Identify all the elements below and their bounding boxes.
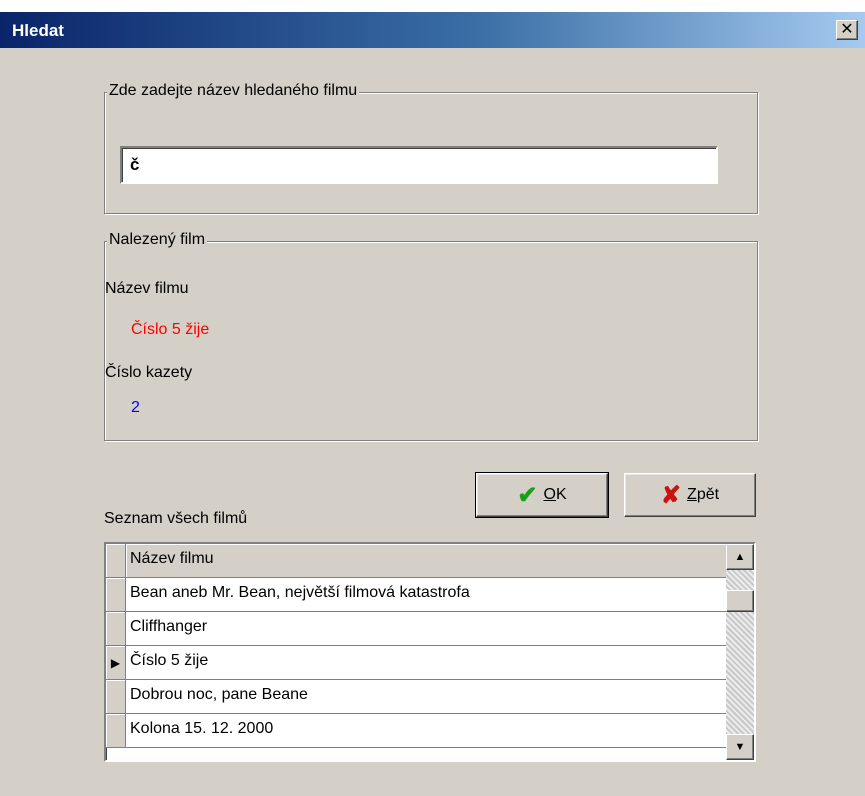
row-indicator[interactable] (106, 714, 126, 747)
back-button-label: pět (696, 486, 720, 503)
film-title-label: Název filmu (105, 280, 189, 297)
table-cell[interactable]: Bean aneb Mr. Bean, největší filmová kat… (126, 578, 726, 611)
ok-button-label: K (555, 486, 567, 503)
table-row[interactable]: Bean aneb Mr. Bean, největší filmová kat… (106, 578, 726, 612)
film-title-value: Číslo 5 žije (131, 321, 210, 338)
table-row[interactable]: Dobrou noc, pane Beane (106, 680, 726, 714)
table-cell[interactable]: Dobrou noc, pane Beane (126, 680, 726, 713)
search-input[interactable] (120, 146, 718, 184)
row-indicator[interactable] (106, 578, 126, 611)
column-header-film-name[interactable]: Název filmu (126, 544, 726, 577)
table-row[interactable]: Cliffhanger (106, 612, 726, 646)
cassette-number-label: Číslo kazety (105, 364, 193, 381)
scroll-up-icon: ▲ (734, 551, 746, 563)
scroll-down-icon: ▼ (734, 741, 746, 753)
search-dialog: Hledat ✕ Zde zadejte název hledaného fil… (0, 12, 865, 796)
table-cell[interactable]: Kolona 15. 12. 2000 (126, 714, 726, 747)
ok-button-underlined-letter: O (543, 486, 556, 503)
grid-header-row: Název filmu (106, 544, 726, 578)
table-cell[interactable]: Číslo 5 žije (126, 646, 726, 679)
title-bar[interactable]: Hledat ✕ (0, 12, 865, 48)
row-indicator[interactable] (106, 680, 126, 713)
search-group: Zde zadejte název hledaného filmu (104, 82, 758, 214)
found-film-group: Nalezený film Název filmu Číslo 5 žije Č… (104, 231, 758, 441)
back-button[interactable]: ✘ Zpět (624, 473, 756, 517)
window-title: Hledat (12, 21, 64, 40)
table-cell[interactable]: Cliffhanger (126, 612, 726, 645)
back-button-underlined-letter: Z (687, 486, 697, 503)
row-indicator[interactable] (106, 612, 126, 645)
scroll-thumb[interactable] (726, 590, 754, 612)
ok-button[interactable]: ✔ OK (475, 472, 609, 518)
cassette-number-value: 2 (131, 399, 140, 416)
vertical-scrollbar[interactable]: ▲ ▼ (726, 544, 754, 760)
table-row[interactable]: Kolona 15. 12. 2000 (106, 714, 726, 748)
search-group-label: Zde zadejte název hledaného filmu (107, 82, 360, 100)
scroll-down-button[interactable]: ▼ (726, 734, 754, 760)
header-indicator (106, 544, 126, 577)
cross-icon: ✘ (660, 481, 682, 509)
scroll-up-button[interactable]: ▲ (726, 544, 754, 570)
row-pointer-icon: ▶ (110, 655, 121, 670)
found-film-group-label: Nalezený film (107, 231, 208, 249)
check-icon: ✔ (517, 481, 538, 509)
table-row-selected[interactable]: ▶ Číslo 5 žije (106, 646, 726, 680)
row-indicator[interactable]: ▶ (106, 646, 126, 679)
film-list-grid[interactable]: Název filmu Bean aneb Mr. Bean, největší… (104, 542, 756, 762)
close-icon: ✕ (840, 21, 854, 38)
close-button[interactable]: ✕ (836, 20, 858, 40)
film-list-label: Seznam všech filmů (104, 510, 248, 527)
